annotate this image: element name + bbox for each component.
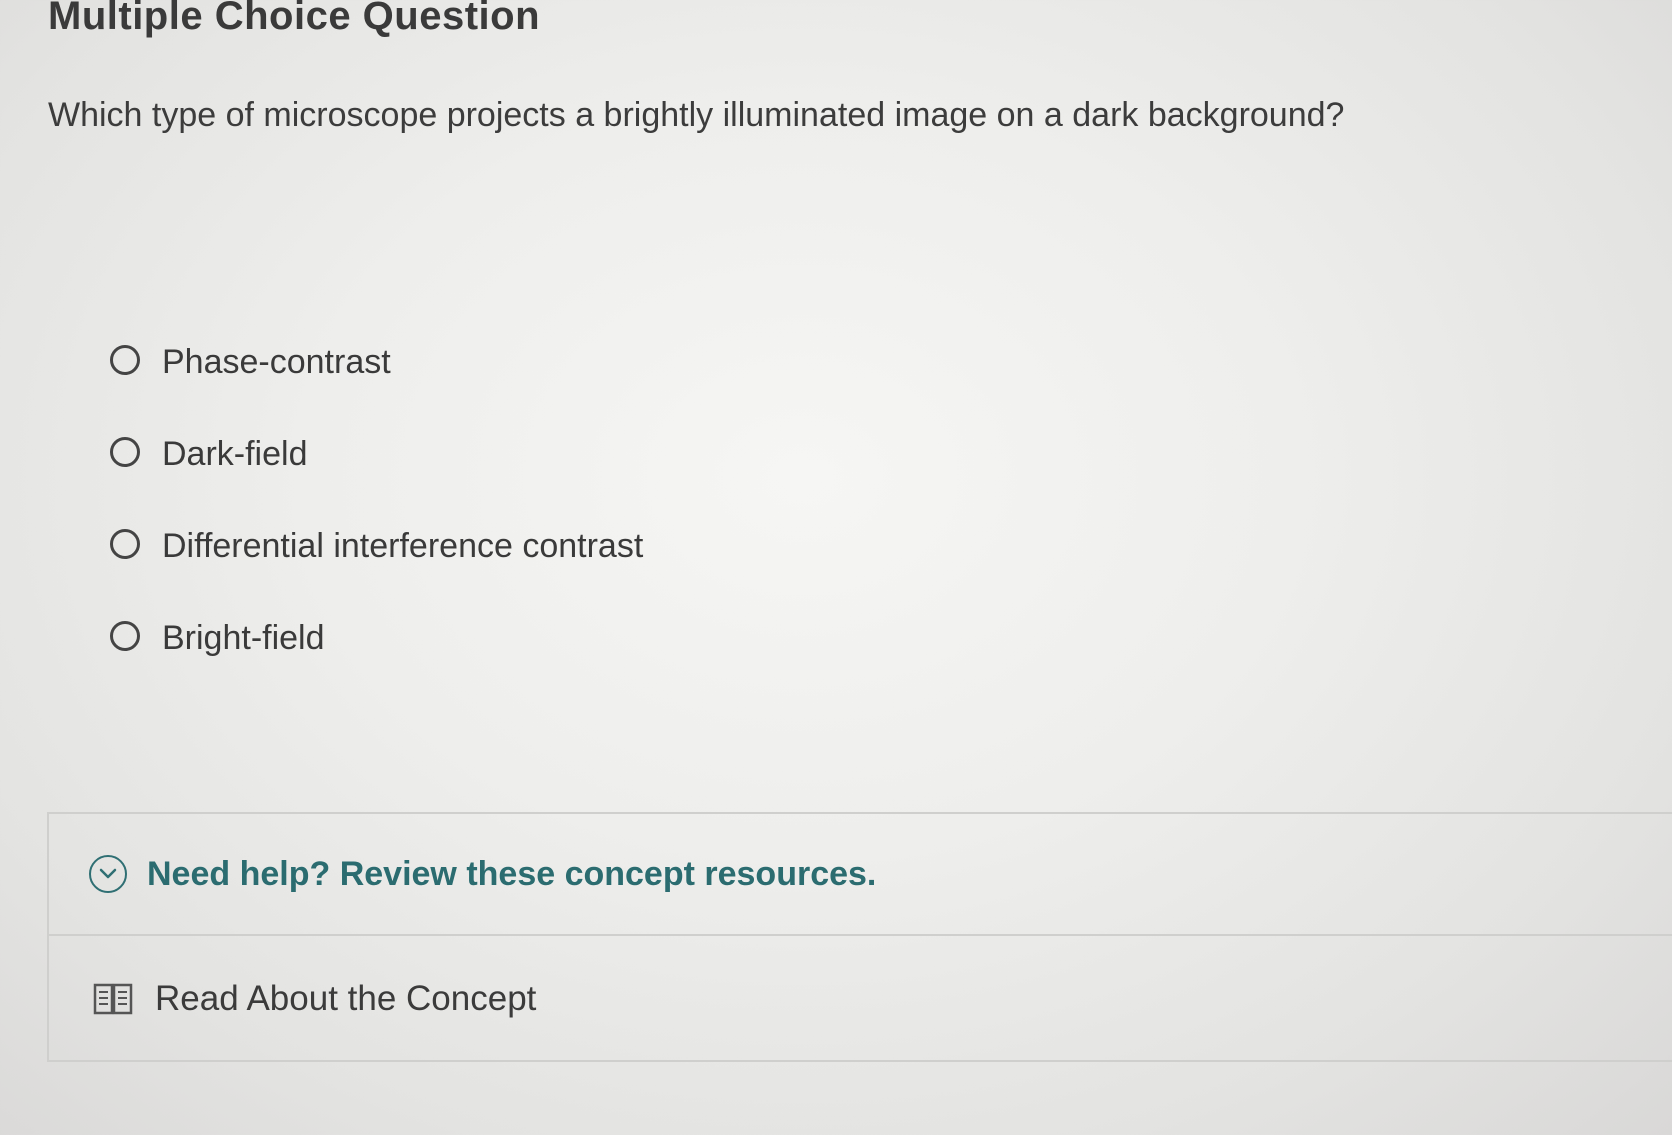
chevron-down-circle-icon[interactable] bbox=[89, 855, 127, 893]
book-icon bbox=[93, 981, 133, 1017]
concept-resources-toggle[interactable]: Need help? Review these concept resource… bbox=[49, 814, 1672, 936]
option-phase-contrast[interactable]: Phase-contrast bbox=[110, 320, 643, 412]
option-label: Dark-field bbox=[162, 434, 308, 473]
radio-button[interactable] bbox=[110, 529, 140, 559]
answer-options: Phase-contrast Dark-field Differential i… bbox=[110, 320, 643, 688]
concept-resources-panel: Need help? Review these concept resource… bbox=[47, 812, 1672, 1062]
read-about-concept-label: Read About the Concept bbox=[155, 979, 537, 1018]
radio-button[interactable] bbox=[110, 437, 140, 467]
question-type-heading: Multiple Choice Question bbox=[48, 0, 541, 38]
concept-resources-toggle-label: Need help? Review these concept resource… bbox=[147, 854, 877, 893]
option-label: Phase-contrast bbox=[162, 342, 391, 381]
radio-button[interactable] bbox=[110, 345, 140, 375]
option-label: Differential interference contrast bbox=[162, 526, 644, 565]
option-differential-interference-contrast[interactable]: Differential interference contrast bbox=[110, 504, 643, 596]
option-label: Bright-field bbox=[162, 618, 325, 657]
question-text: Which type of microscope projects a brig… bbox=[48, 96, 1345, 134]
option-bright-field[interactable]: Bright-field bbox=[110, 596, 643, 688]
radio-button[interactable] bbox=[110, 621, 140, 651]
option-dark-field[interactable]: Dark-field bbox=[110, 412, 643, 504]
read-about-concept-link[interactable]: Read About the Concept bbox=[49, 936, 1672, 1062]
